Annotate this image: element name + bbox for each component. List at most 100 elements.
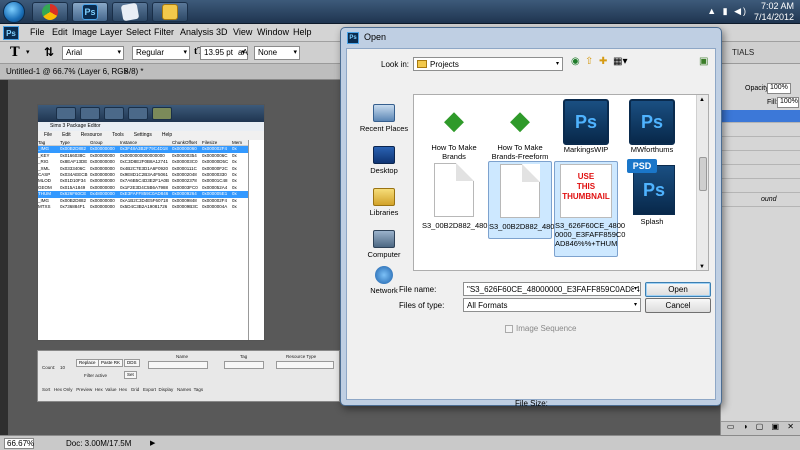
taskbar-notes-button[interactable] — [112, 2, 148, 22]
menu-view[interactable]: View — [233, 27, 252, 37]
status-menu-arrow-icon[interactable]: ▶ — [150, 439, 155, 447]
file-item[interactable]: ◆ How To Make Brands — [422, 97, 486, 162]
files-of-type-select[interactable]: All Formats ▾ — [463, 298, 641, 312]
psd-tag: PSD — [627, 159, 657, 173]
start-button[interactable] — [3, 1, 25, 23]
menu-select[interactable]: Select — [126, 27, 151, 37]
layer-panel-buttons[interactable]: ▭ ◑ ▢ ▣ ✕ — [721, 421, 800, 435]
file-list: ◆ How To Make Brands ◆ How To Make Brand… — [413, 94, 709, 271]
inner-col: Filesize — [202, 140, 218, 145]
files-of-type-label: Files of type: — [399, 301, 445, 310]
layer-row[interactable] — [721, 166, 800, 179]
file-item[interactable]: ◆ How To Make Brands-Freeform — [488, 97, 552, 162]
place-libraries[interactable]: Libraries — [355, 188, 413, 217]
zoom-input[interactable]: 66.67% — [4, 438, 34, 449]
file-name: S3_626F60CE_4800 0000_E3FAFF859C0 AD846%… — [555, 221, 626, 248]
clock[interactable]: 7:02 AM 7/14/2012 — [754, 1, 794, 23]
image-sequence-label: Image Sequence — [516, 324, 577, 333]
menu-image[interactable]: Image — [72, 27, 97, 37]
inner-set-button: Set — [124, 371, 137, 379]
file-item[interactable]: Ps MarkingsWIP — [554, 95, 618, 154]
file-name-input[interactable]: "S3_626F60CE_48000000_E3FAFF859C0AD846%%… — [463, 282, 641, 296]
scroll-down-icon[interactable]: ▼ — [699, 264, 705, 270]
menu-help[interactable]: Help — [293, 27, 312, 37]
place-desktop[interactable]: Desktop — [355, 146, 413, 175]
inner-menu-settings: Settings — [133, 132, 152, 138]
menu-layer[interactable]: Layer — [100, 27, 123, 37]
text-orientation-icon[interactable]: ⇅ — [44, 45, 54, 59]
inner-menu-tools: Tools — [112, 132, 124, 138]
close-icon[interactable]: × — [124, 67, 129, 76]
workspace-switcher[interactable]: TIALS — [732, 48, 754, 57]
inner-col: Group — [90, 140, 103, 145]
inner-options-row: Sort Hex Only Preview Hex Value Hex Grid… — [42, 387, 204, 392]
inner-menu-edit: Edit — [62, 132, 71, 138]
antialias-icon: aA — [238, 48, 248, 57]
dialog-titlebar[interactable]: Ps Open — [341, 28, 721, 48]
checkbox-box[interactable] — [505, 324, 513, 333]
taskbar-chrome-button[interactable] — [32, 2, 68, 22]
inner-replace-button: Replace — [76, 359, 99, 367]
clock-time: 7:02 AM — [760, 1, 794, 11]
inner-table-cell: 0x00000000 — [90, 203, 115, 209]
ps-dialog-icon: Ps — [347, 32, 359, 44]
view-menu-icon[interactable]: ▦▾ — [613, 56, 627, 67]
menu-edit[interactable]: Edit — [52, 27, 68, 37]
clock-date: 7/14/2012 — [753, 12, 794, 22]
inner-menu-help: Help — [161, 132, 173, 138]
file-item-selected[interactable]: USE THIS THUMBNAIL S3_626F60CE_4800 0000… — [554, 161, 626, 257]
chevron-down-icon: ▾ — [183, 49, 187, 56]
bridge-icon[interactable]: ▣ — [699, 56, 708, 67]
ps-status-bar: 66.67% Doc: 3.00M/17.5M ▶ — [0, 435, 800, 450]
place-computer[interactable]: Computer — [355, 230, 413, 259]
menu-filter[interactable]: Filter — [154, 27, 174, 37]
inner-taskbar — [38, 105, 264, 122]
file-name-value: "S3_626F60CE_48000000_E3FAFF859C0AD846%%… — [467, 285, 640, 294]
file-item[interactable]: S3_00B2D882_480... — [422, 163, 494, 230]
scroll-up-icon[interactable]: ▲ — [699, 97, 705, 103]
file-item[interactable]: Ps PSD Splash — [620, 159, 684, 226]
layer-row-selected[interactable] — [721, 110, 800, 123]
look-in-select[interactable]: Projects ▾ — [413, 57, 563, 71]
file-item-selected[interactable]: S3_00B2D882_480... — [488, 161, 561, 239]
file-list-scrollbar[interactable]: ▲ ▼ — [696, 95, 708, 270]
image-sequence-checkbox[interactable]: Image Sequence — [505, 324, 577, 333]
new-folder-icon[interactable]: ✚ — [599, 56, 607, 67]
font-style-select[interactable]: Regular ▾ — [132, 46, 190, 60]
scroll-thumb[interactable] — [699, 157, 707, 191]
back-icon[interactable]: ◉ — [571, 56, 580, 67]
menu-3d[interactable]: 3D — [216, 27, 228, 37]
layer-row[interactable]: ound — [721, 194, 800, 207]
menu-analysis[interactable]: Analysis — [180, 27, 214, 37]
fill-input[interactable]: 100% — [777, 97, 799, 108]
opacity-input[interactable]: 100% — [767, 83, 791, 94]
taskbar-photoshop-button[interactable]: Ps — [72, 2, 108, 22]
font-family-select[interactable]: Arial ▾ — [62, 46, 124, 60]
tool-preset-dropdown[interactable]: ▾ — [26, 48, 30, 56]
document-tab[interactable]: Untitled-1 @ 66.7% (Layer 6, RGB/8) * × — [0, 64, 340, 80]
inner-name-field — [148, 361, 208, 369]
place-recent[interactable]: Recent Places — [355, 104, 413, 133]
up-folder-icon[interactable]: ⇧ — [585, 56, 593, 67]
chrome-icon — [42, 4, 58, 20]
file-name: MarkingsWIP — [563, 145, 609, 154]
inner-table-cell: 0x00009B3C — [172, 203, 199, 209]
layer-row[interactable] — [721, 138, 800, 151]
psd-file-icon: Ps PSD — [627, 159, 677, 215]
inner-divider — [248, 140, 249, 340]
inner-table-cell: MTXS — [38, 203, 51, 209]
file-item[interactable]: Ps MWforthums — [620, 95, 684, 154]
menu-file[interactable]: File — [30, 27, 45, 37]
type-tool-icon[interactable]: T — [10, 45, 20, 60]
menu-window[interactable]: Window — [257, 27, 289, 37]
layer-row[interactable] — [721, 180, 800, 193]
layer-row[interactable] — [721, 124, 800, 137]
antialias-select[interactable]: None ▾ — [254, 46, 300, 60]
layer-row[interactable] — [721, 152, 800, 165]
open-dialog: Ps Open Look in: Projects ▾ ◉ ⇧ ✚ ▦▾ ▣ Re… — [340, 27, 722, 408]
cancel-button[interactable]: Cancel — [645, 298, 711, 313]
open-button[interactable]: Open — [645, 282, 711, 297]
inner-tag-label: Tag — [240, 354, 248, 359]
taskbar-explorer-button[interactable] — [152, 2, 188, 22]
tray-icons[interactable]: ▲ ▮ ◀) — [707, 6, 748, 17]
